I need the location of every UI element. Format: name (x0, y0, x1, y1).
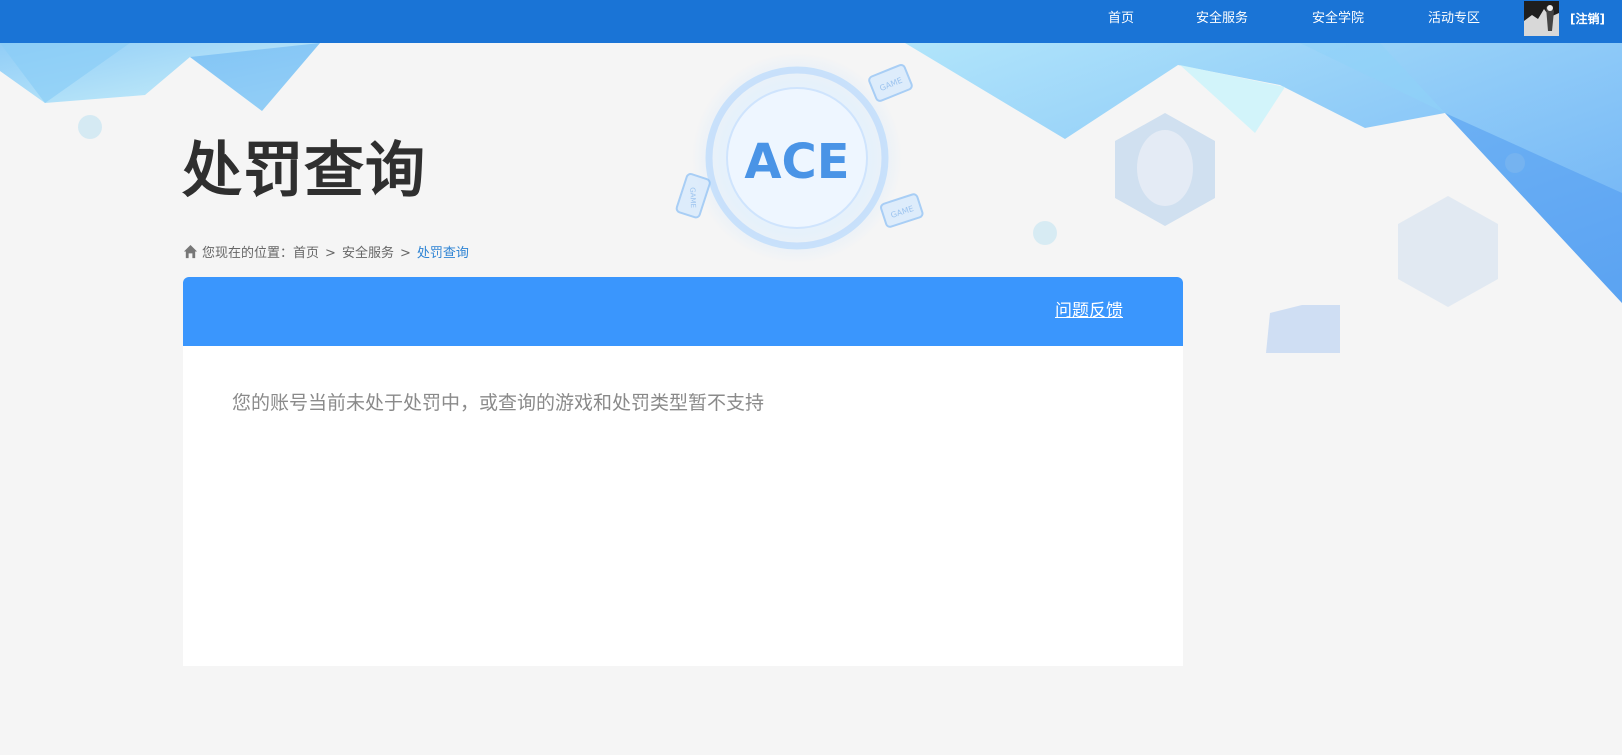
feedback-link[interactable]: 问题反馈 (1055, 277, 1123, 346)
nav-item-security-service[interactable]: 安全服务 (1196, 0, 1248, 43)
breadcrumb-current: 处罚查询 (416, 246, 469, 261)
avatar[interactable] (1524, 1, 1559, 36)
breadcrumb-separator: > (399, 246, 411, 261)
device-label: GAME (688, 187, 697, 208)
breadcrumb-prefix: 您现在的位置： (202, 246, 294, 261)
result-message: 您的账号当前未处于处罚中，或查询的游戏和处罚类型暂不支持 (232, 392, 765, 414)
breadcrumb-separator: > (325, 246, 336, 261)
breadcrumb-security-service-link[interactable]: 安全服务 (342, 246, 394, 261)
breadcrumb: 您现在的位置：首页 > 安全服务 > 处罚查询 (183, 244, 469, 264)
panel-body: 您的账号当前未处于处罚中，或查询的游戏和处罚类型暂不支持 (183, 346, 1183, 666)
ace-logo: ACE (744, 134, 849, 190)
top-nav-bar: 首页 安全服务 安全学院 活动专区 [注销] (0, 0, 1622, 43)
breadcrumb-home-link[interactable]: 首页 (293, 246, 319, 261)
nav-item-security-academy[interactable]: 安全学院 (1312, 0, 1364, 43)
page-title: 处罚查询 (182, 136, 426, 206)
panel-header: 问题反馈 (183, 277, 1183, 346)
nav-item-home[interactable]: 首页 (1108, 0, 1134, 43)
nav-item-activity-zone[interactable]: 活动专区 (1428, 0, 1480, 43)
logout-link[interactable]: [注销] (1570, 0, 1605, 43)
avatar-image (1524, 1, 1559, 36)
home-icon (183, 244, 198, 259)
